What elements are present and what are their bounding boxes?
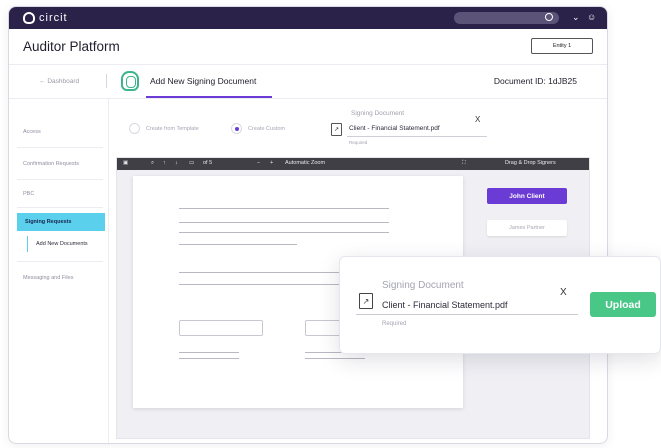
popup-file-name[interactable]: Client - Financial Statement.pdf [382, 300, 508, 310]
pdf-icon: ↗ [331, 123, 342, 136]
signature-field-box[interactable] [179, 320, 263, 336]
radio-label-template: Create from Template [146, 126, 199, 132]
document-text-line [179, 222, 389, 223]
app-title: Auditor Platform [23, 39, 120, 54]
radio-create-custom[interactable] [231, 123, 242, 134]
signing-document-file[interactable]: Client - Financial Statement.pdf [349, 125, 440, 132]
popup-required-note: Required [382, 321, 407, 327]
search-icon[interactable]: ⌕ [151, 160, 154, 167]
signer-chip-john-client[interactable]: John Client [487, 188, 567, 204]
back-label: Dashboard [47, 78, 80, 85]
radio-create-from-template[interactable] [129, 123, 140, 134]
back-to-dashboard-link[interactable]: ← Dashboard [39, 78, 79, 85]
arrow-down-icon[interactable]: ↓ [175, 160, 178, 166]
top-nav-bar: circit ⌄ ☺ [9, 7, 607, 29]
sidebar-item-confirmation-requests[interactable]: Confirmation Requests [17, 161, 105, 167]
zoom-select[interactable]: Automatic Zoom [285, 160, 325, 166]
sidebar-divider [17, 261, 103, 262]
signers-panel-title: Drag & Drop Signers [505, 160, 556, 166]
sidebar-item-signing-requests[interactable]: Signing Requests [17, 213, 105, 231]
document-text-line [179, 244, 297, 245]
sidebar: Access Confirmation Requests PBC Signing… [9, 99, 109, 443]
brand-logo[interactable]: circit [23, 11, 68, 25]
fingerprint-icon [121, 71, 139, 91]
upload-button[interactable]: Upload [590, 292, 656, 317]
page-title: Add New Signing Document [150, 76, 257, 86]
popup-remove-file-button[interactable]: X [560, 287, 567, 298]
zoom-in-icon[interactable]: + [270, 160, 273, 166]
viewer-toolbar: ▣ ⌕ ↑ ↓ ▭ of 5 − + Automatic Zoom ⛶ Drag… [117, 158, 589, 170]
pdf-icon: ↗ [359, 293, 373, 309]
document-id: Document ID: 1dJB25 [493, 76, 577, 86]
fullscreen-icon[interactable]: ⛶ [462, 160, 466, 167]
brand-name: circit [39, 12, 68, 24]
sidebar-divider [17, 207, 103, 208]
entity-selector-button[interactable]: Entity 1 [531, 38, 593, 54]
radio-label-custom: Create Custom [248, 126, 285, 132]
breadcrumb-divider [106, 74, 107, 88]
page-number-input[interactable]: ▭ [189, 160, 194, 166]
sidebar-toggle-icon[interactable]: ▣ [123, 160, 128, 166]
sidebar-item-messaging-and-files[interactable]: Messaging and Files [17, 275, 105, 281]
user-icon[interactable]: ☺ [587, 12, 596, 22]
search-icon[interactable] [545, 13, 553, 21]
circit-logo-icon [23, 12, 35, 24]
sidebar-item-pbc[interactable]: PBC [17, 191, 105, 197]
search-input[interactable] [454, 12, 559, 24]
popup-field-underline [356, 314, 578, 315]
remove-file-button[interactable]: X [475, 115, 480, 124]
chevron-down-icon[interactable]: ⌄ [572, 12, 580, 23]
active-tab-underline [146, 96, 272, 98]
app-window: circit ⌄ ☺ Auditor Platform Entity 1 ← D… [8, 6, 608, 444]
document-text-line [179, 358, 239, 359]
arrow-up-icon[interactable]: ↑ [163, 160, 166, 166]
required-note: Required [349, 140, 368, 145]
sidebar-subitem-add-new-documents[interactable]: Add New Documents [27, 236, 105, 252]
sidebar-divider [17, 147, 103, 148]
document-text-line [179, 352, 239, 353]
document-text-line [179, 232, 389, 233]
app-header: Auditor Platform Entity 1 [9, 29, 607, 65]
document-text-line [305, 358, 365, 359]
popup-signing-document-label: Signing Document [382, 280, 464, 291]
signer-chip-james-partner[interactable]: James Partner [487, 220, 567, 236]
signing-document-label: Signing Document [351, 110, 405, 117]
file-field-underline [347, 136, 487, 137]
sidebar-divider [17, 179, 103, 180]
document-text-line [179, 208, 389, 209]
zoom-out-icon[interactable]: − [257, 160, 260, 166]
signing-document-popup: Signing Document ↗ Client - Financial St… [339, 256, 661, 354]
page-count: of 5 [203, 160, 213, 166]
sidebar-item-access[interactable]: Access [17, 129, 105, 135]
breadcrumb-bar: ← Dashboard Add New Signing Document Doc… [9, 65, 607, 99]
